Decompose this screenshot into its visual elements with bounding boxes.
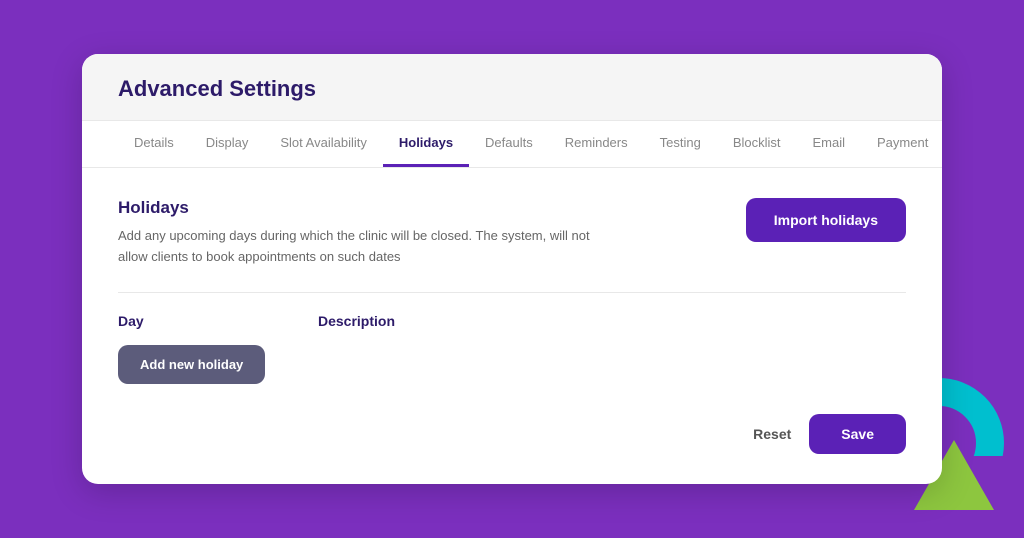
footer-actions: Reset Save [118,414,906,454]
tab-defaults[interactable]: Defaults [469,121,549,167]
tab-testing[interactable]: Testing [644,121,717,167]
page-title: Advanced Settings [118,76,906,102]
section-info: Holidays Add any upcoming days during wh… [118,198,618,268]
section-description: Add any upcoming days during which the c… [118,226,618,268]
table-header: Day Description [118,313,906,329]
section-title: Holidays [118,198,618,218]
tab-holidays[interactable]: Holidays [383,121,469,167]
column-day-label: Day [118,313,318,329]
save-button[interactable]: Save [809,414,906,454]
card-body: Holidays Add any upcoming days during wh… [82,168,942,482]
reset-button[interactable]: Reset [753,426,791,442]
tabs-nav: Details Display Slot Availability Holida… [82,121,942,168]
tab-slot-availability[interactable]: Slot Availability [264,121,382,167]
section-top: Holidays Add any upcoming days during wh… [118,198,906,268]
import-holidays-button[interactable]: Import holidays [746,198,906,242]
tab-payment[interactable]: Payment [861,121,942,167]
tab-reminders[interactable]: Reminders [549,121,644,167]
tab-details[interactable]: Details [118,121,190,167]
tab-blocklist[interactable]: Blocklist [717,121,797,167]
card-header: Advanced Settings [82,54,942,121]
tab-display[interactable]: Display [190,121,265,167]
add-new-holiday-button[interactable]: Add new holiday [118,345,265,384]
tab-email[interactable]: Email [797,121,862,167]
section-divider [118,292,906,293]
column-description-label: Description [318,313,395,329]
settings-card: Advanced Settings Details Display Slot A… [82,54,942,484]
